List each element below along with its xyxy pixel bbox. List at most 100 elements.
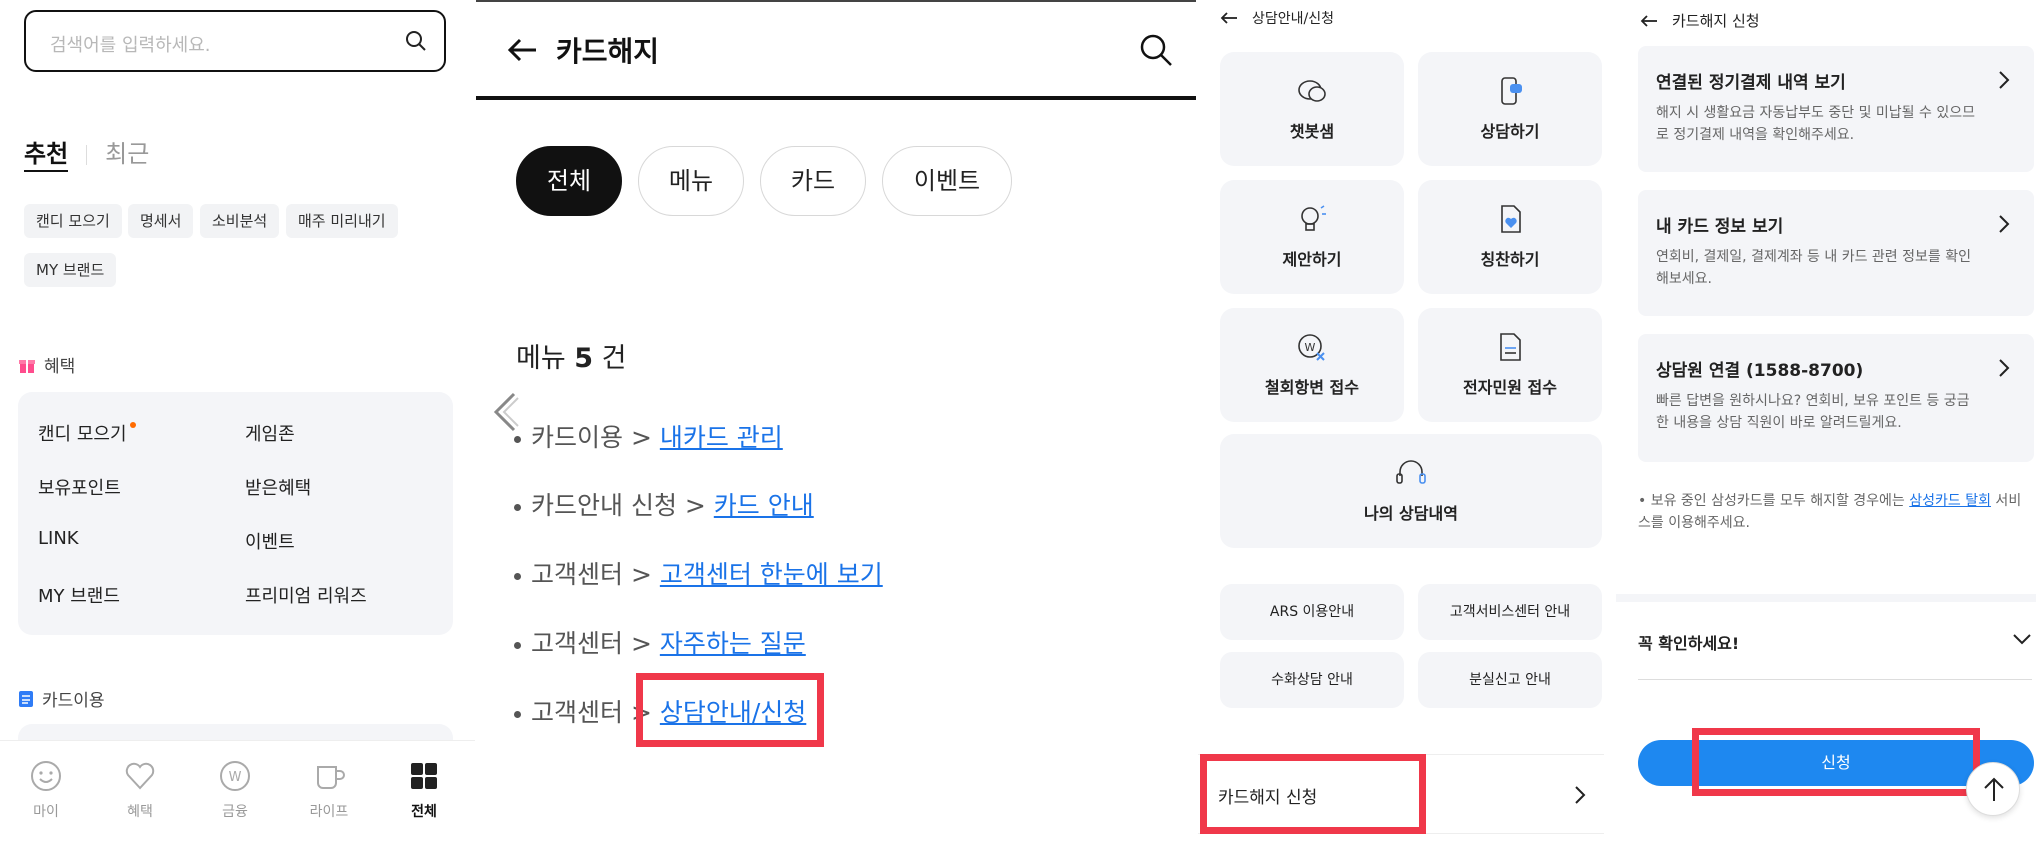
info-card-my-card-info[interactable]: 내 카드 정보 보기 연회비, 결제일, 결제계좌 등 내 카드 관련 정보를 … [1638, 190, 2034, 316]
result-count: 메뉴 5 건 [516, 343, 627, 374]
filter-event[interactable]: 이벤트 [882, 146, 1012, 216]
new-dot [129, 422, 136, 428]
back-arrow-icon[interactable] [506, 36, 538, 68]
highlight-box [1692, 728, 1980, 796]
page-header: 카드해지 신청 [1640, 10, 1760, 31]
chevron-right-icon [1998, 358, 2010, 382]
back-arrow-icon [1220, 12, 1237, 24]
tile-e-complaint[interactable]: 전자민원 접수 [1418, 308, 1602, 422]
withdrawal-note: • 보유 중인 삼성카드를 모두 해지할 경우에는 삼성카드 탈회 서비스를 이… [1638, 493, 2022, 531]
menu-item-events[interactable]: 이벤트 [245, 528, 295, 554]
lost-report-guide-button[interactable]: 분실신고 안내 [1418, 652, 1602, 708]
bottom-navigation: 마이 혜택 W 금융 라이프 전체 [0, 740, 475, 846]
cup-icon [317, 766, 345, 789]
result-link[interactable]: 고객센터 한눈에 보기 [660, 560, 883, 589]
tile-consult[interactable]: 상담하기 [1418, 52, 1602, 166]
menu-item-points[interactable]: 보유포인트 [38, 474, 121, 500]
menu-item-candy[interactable]: 캔디 모으기 [38, 420, 136, 446]
smile-icon [31, 761, 61, 791]
search-tabs: 추천 최근 [24, 134, 149, 172]
tile-compliment[interactable]: 칭찬하기 [1418, 180, 1602, 294]
tile-my-consultations[interactable]: 나의 상담내역 [1220, 434, 1602, 548]
menu-item-received-benefits[interactable]: 받은혜택 [245, 474, 311, 500]
benefits-section-title: 혜택 [18, 352, 75, 377]
svg-text:W: W [1305, 341, 1316, 354]
chevron-right-icon [1998, 214, 2010, 238]
grid-icon [411, 763, 437, 789]
consultation-panel: 상담안내/신청 챗봇샘 상담하기 제안하기 칭찬하기 W 철회항변 접수 전자민… [1198, 0, 1604, 846]
result-item: 카드안내 신청 > 카드 안내 [514, 486, 814, 522]
search-icon[interactable] [404, 29, 428, 57]
lightbulb-icon [1301, 205, 1326, 231]
benefits-menu: 캔디 모으기 게임존 보유포인트 받은혜택 LINK 이벤트 MY 브랜드 프리… [18, 392, 453, 635]
nav-life[interactable]: 라이프 [289, 759, 369, 821]
heart-icon [125, 762, 155, 790]
menu-item-gamezone[interactable]: 게임존 [245, 420, 295, 446]
filter-all[interactable]: 전체 [516, 146, 622, 216]
filter-menu[interactable]: 메뉴 [638, 146, 744, 216]
back-arrow-icon [1640, 14, 1657, 27]
card-use-section-title: 카드이용 [18, 686, 105, 711]
chevron-right-icon [1574, 785, 1586, 809]
document-icon [19, 690, 33, 707]
tile-withdrawal[interactable]: W 철회항변 접수 [1220, 308, 1404, 422]
chevron-down-icon [2012, 630, 2032, 649]
tab-recommended[interactable]: 추천 [24, 140, 69, 172]
nav-benefits[interactable]: 혜택 [100, 759, 180, 821]
ars-guide-button[interactable]: ARS 이용안내 [1220, 584, 1404, 640]
phone-chat-icon [1501, 77, 1522, 105]
arrow-up-icon [1984, 777, 2004, 801]
search-placeholder: 검색어를 입력하세요. [50, 35, 211, 56]
result-link[interactable]: 자주하는 질문 [660, 629, 806, 658]
won-cancel-icon: W [1298, 334, 1325, 361]
nav-finance[interactable]: W 금융 [195, 759, 275, 821]
result-link[interactable]: 카드 안내 [714, 491, 814, 520]
result-link[interactable]: 내카드 관리 [660, 423, 783, 452]
info-card-recurring-payments[interactable]: 연결된 정기결제 내역 보기 해지 시 생활요금 자동납부도 중단 및 미납될 … [1638, 46, 2034, 172]
filter-card[interactable]: 카드 [760, 146, 866, 216]
card-use-title: 카드이용 [42, 691, 105, 711]
sign-language-guide-button[interactable]: 수화상담 안내 [1220, 652, 1404, 708]
tab-divider [86, 145, 88, 165]
highlight-box [1200, 754, 1426, 834]
page-title: 상담안내/신청 [1252, 11, 1334, 27]
tile-chatbot[interactable]: 챗봇샘 [1220, 52, 1404, 166]
result-item: 고객센터 > 고객센터 한눈에 보기 [514, 555, 883, 591]
page-header: 상담안내/신청 [1220, 8, 1334, 28]
svg-text:W: W [229, 770, 242, 785]
card-cancel-panel: 카드해지 신청 연결된 정기결제 내역 보기 해지 시 생활요금 자동납부도 중… [1616, 0, 2036, 846]
nav-my[interactable]: 마이 [6, 759, 86, 821]
tab-recent[interactable]: 최근 [105, 140, 149, 168]
chat-icon [1298, 80, 1326, 102]
keyword-chip[interactable]: 캔디 모으기 [24, 204, 122, 238]
search-query[interactable]: 카드해지 [556, 30, 659, 70]
benefits-title: 혜택 [44, 357, 76, 377]
menu-item-premium-rewards[interactable]: 프리미엄 리워즈 [245, 582, 367, 608]
chevron-right-icon [1998, 70, 2010, 94]
scroll-to-top-button[interactable] [1966, 762, 2020, 816]
search-icon[interactable] [1138, 32, 1174, 72]
search-results-panel: 카드해지 전체 메뉴 카드 이벤트 메뉴 5 건 카드이용 > 내카드 관리 카… [476, 0, 1196, 846]
must-check-accordion[interactable]: 꼭 확인하세요! [1638, 622, 2032, 680]
menu-item-link[interactable]: LINK [38, 528, 79, 549]
result-item: 카드이용 > 내카드 관리 [514, 418, 783, 454]
keyword-chip[interactable]: 소비분석 [200, 204, 280, 238]
headset-icon [1396, 460, 1426, 484]
tile-suggest[interactable]: 제안하기 [1220, 180, 1404, 294]
keyword-chip[interactable]: 매주 미리내기 [286, 204, 398, 238]
all-menu-panel: 검색어를 입력하세요. 추천 최근 캔디 모으기 명세서 소비분석 매주 미리내기… [0, 0, 475, 846]
nav-all[interactable]: 전체 [384, 759, 464, 821]
highlight-box [636, 673, 824, 747]
menu-item-my-brand[interactable]: MY 브랜드 [38, 582, 120, 608]
section-divider [1616, 594, 2036, 602]
service-center-guide-button[interactable]: 고객서비스센터 안내 [1418, 584, 1602, 640]
page-title: 카드해지 신청 [1672, 12, 1760, 30]
won-coin-icon: W [220, 761, 250, 791]
search-input[interactable]: 검색어를 입력하세요. [24, 10, 446, 72]
membership-withdrawal-link[interactable]: 삼성카드 탈회 [1909, 493, 1991, 509]
heart-document-icon [1501, 205, 1521, 233]
keyword-chip[interactable]: 명세서 [128, 204, 194, 238]
keyword-chip[interactable]: MY 브랜드 [24, 253, 117, 287]
info-card-agent-connect[interactable]: 상담원 연결 (1588-8700) 빠른 답변을 원하시나요? 연회비, 보유… [1638, 334, 2034, 462]
result-item: 고객센터 > 자주하는 질문 [514, 624, 806, 660]
